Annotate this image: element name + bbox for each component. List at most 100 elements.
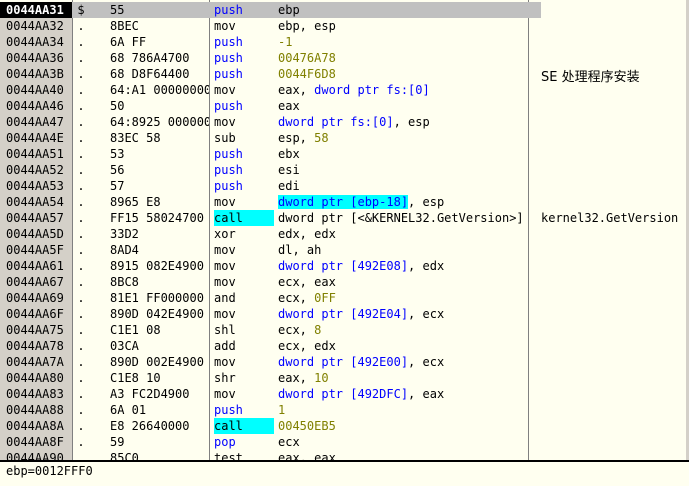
operand-cell: ebp, esp bbox=[278, 18, 528, 34]
marker-cell: . bbox=[77, 163, 85, 177]
mnemonic-cell: mov bbox=[214, 194, 276, 210]
mnemonic: add bbox=[214, 339, 236, 353]
marker-cell: . bbox=[77, 51, 85, 65]
operand-cell: esp, 58 bbox=[278, 130, 528, 146]
mnemonic-cell: mov bbox=[214, 18, 276, 34]
mnemonic-cell: push bbox=[214, 402, 276, 418]
instruction-row[interactable]: 0044AA51. 53 push ebx bbox=[0, 146, 686, 162]
mnemonic-cell: mov bbox=[214, 306, 276, 322]
marker-cell: . bbox=[77, 371, 85, 385]
instruction-row[interactable]: 0044AA88. 6A 01 push 1 bbox=[0, 402, 686, 418]
operand-part: edx, edx bbox=[278, 227, 336, 241]
address-cell: 0044AA88 bbox=[0, 402, 72, 418]
marker-cell: . bbox=[77, 435, 85, 449]
instruction-row[interactable]: 0044AA83. A3 FC2D4900 mov dword ptr [492DFC… bbox=[0, 386, 686, 402]
operand-cell: dl, ah bbox=[278, 242, 528, 258]
mnemonic-cell: push bbox=[214, 66, 276, 82]
instruction-row[interactable]: 0044AA47. 64:8925 00000000 mov dword ptr fs… bbox=[0, 114, 686, 130]
instruction-row[interactable]: 0044AA75. C1E1 08 shl ecx, 8 bbox=[0, 322, 686, 338]
mnemonic: push bbox=[214, 147, 243, 161]
operand-part: , ecx bbox=[408, 307, 445, 321]
operand-part: eax bbox=[278, 99, 300, 113]
operand-part: dword ptr fs:[0] bbox=[314, 83, 430, 97]
address-cell: 0044AA6F bbox=[0, 306, 72, 322]
mnemonic: push bbox=[214, 403, 243, 417]
mnemonic: call bbox=[214, 210, 274, 226]
instruction-row[interactable]: 0044AA69. 81E1 FF000000 and ecx, 0FF bbox=[0, 290, 686, 306]
operand-cell: eax, dword ptr fs:[0] bbox=[278, 82, 528, 98]
marker-cell: $ bbox=[72, 2, 90, 18]
instruction-row[interactable]: 0044AA36. 68 786A4700 push 00476A78 bbox=[0, 50, 686, 66]
operand-part: 58 bbox=[314, 131, 329, 145]
address-cell: 0044AA57 bbox=[0, 210, 72, 226]
comment-cell bbox=[541, 130, 686, 146]
instruction-row[interactable]: 0044AA5D. 33D2 xor edx, edx bbox=[0, 226, 686, 242]
marker-cell: . bbox=[77, 179, 85, 193]
comment-note: SE 处理程序安装 bbox=[541, 70, 640, 85]
comment-cell bbox=[541, 354, 686, 370]
hex-dump-cell: A3 FC2D4900 bbox=[110, 387, 190, 401]
mnemonic-cell: mov bbox=[214, 114, 276, 130]
instruction-row[interactable]: 0044AA61. 8915 082E4900 mov dword ptr [492E… bbox=[0, 258, 686, 274]
operand-cell: 00476A78 bbox=[278, 50, 528, 66]
instruction-row[interactable]: 0044AA31 $55 push ebp bbox=[0, 2, 686, 18]
operand-cell: 1 bbox=[278, 402, 528, 418]
marker-cell: . bbox=[77, 323, 85, 337]
comment-cell bbox=[541, 114, 686, 130]
hex-dump-cell: 6A 01 bbox=[110, 403, 147, 417]
mnemonic: push bbox=[214, 99, 243, 113]
address-cell: 0044AA5F bbox=[0, 242, 72, 258]
address-cell: 0044AA7A bbox=[0, 354, 72, 370]
operand-part: ecx, bbox=[278, 291, 315, 305]
marker-cell: . bbox=[77, 419, 85, 433]
instruction-row[interactable]: 0044AA54. 8965 E8 mov dword ptr [ebp-18], e… bbox=[0, 194, 686, 210]
instruction-row[interactable]: 0044AA4E. 83EC 58 sub esp, 58 bbox=[0, 130, 686, 146]
mnemonic-cell: mov bbox=[214, 386, 276, 402]
instruction-row[interactable]: 0044AA7A. 890D 002E4900 mov dword ptr [492E… bbox=[0, 354, 686, 370]
instruction-row[interactable]: 0044AA67. 8BC8 mov ecx, eax bbox=[0, 274, 686, 290]
operand-part: ecx, bbox=[278, 323, 315, 337]
address-cell: 0044AA5D bbox=[0, 226, 72, 242]
operand-part: 0044F6D8 bbox=[278, 67, 336, 81]
mnemonic: shl bbox=[214, 323, 236, 337]
marker-cell: . bbox=[77, 35, 85, 49]
instruction-row[interactable]: 0044AA90. 85C0 test eax, eax bbox=[0, 450, 686, 460]
mnemonic: mov bbox=[214, 387, 236, 401]
instruction-row[interactable]: 0044AA32. 8BEC mov ebp, esp bbox=[0, 18, 686, 34]
instruction-row[interactable]: 0044AA52. 56 push esi bbox=[0, 162, 686, 178]
instruction-row[interactable]: 0044AA34. 6A FF push -1 bbox=[0, 34, 686, 50]
operand-cell: eax, 10 bbox=[278, 370, 528, 386]
mnemonic: push bbox=[214, 35, 243, 49]
operand-part: esp, bbox=[278, 131, 315, 145]
instruction-row[interactable]: 0044AA53. 57 push edi bbox=[0, 178, 686, 194]
instruction-row[interactable]: 0044AA8F. 59 pop ecx bbox=[0, 434, 686, 450]
hex-dump-cell: C1E1 08 bbox=[110, 323, 161, 337]
mnemonic: push bbox=[214, 51, 243, 65]
instruction-row[interactable]: 0044AA78. 03CA add ecx, edx bbox=[0, 338, 686, 354]
disassembly-window: 0044AA31 $55 push ebp 0044AA32. 8BEC mov ebp, e… bbox=[0, 0, 689, 486]
operand-part: ebp, esp bbox=[278, 19, 336, 33]
operand-cell: edx, edx bbox=[278, 226, 528, 242]
operand-part: dword ptr [492E08] bbox=[278, 259, 409, 273]
instruction-row[interactable]: 0044AA6F. 890D 042E4900 mov dword ptr [492E… bbox=[0, 306, 686, 322]
operand-part: ecx bbox=[278, 435, 300, 449]
instruction-row[interactable]: 0044AA8A. E8 26640000 call 00450EB5 bbox=[0, 418, 686, 434]
operand-part: , ecx bbox=[408, 355, 445, 369]
instruction-row[interactable]: 0044AA57. FF15 58024700 call dword ptr [<&K… bbox=[0, 210, 686, 226]
register-info: ebp=0012FFF0 bbox=[6, 464, 93, 478]
mnemonic-cell: pop bbox=[214, 434, 276, 450]
hex-dump-cell: 81E1 FF000000 bbox=[110, 291, 204, 305]
instruction-row[interactable]: 0044AA5F. 8AD4 mov dl, ah bbox=[0, 242, 686, 258]
address-cell: 0044AA31 bbox=[0, 2, 72, 18]
hex-dump-cell: 53 bbox=[110, 147, 125, 161]
instruction-row[interactable]: 0044AA46. 50 push eax bbox=[0, 98, 686, 114]
comment-cell bbox=[541, 418, 686, 434]
hex-dump-cell: 56 bbox=[110, 163, 125, 177]
operand-part: esi bbox=[278, 163, 300, 177]
mnemonic-cell: call bbox=[214, 210, 276, 226]
marker-cell: . bbox=[77, 259, 85, 273]
operand-part: ecx, eax bbox=[278, 275, 336, 289]
instruction-row[interactable]: 0044AA80. C1E8 10 shr eax, 10 bbox=[0, 370, 686, 386]
address-cell: 0044AA51 bbox=[0, 146, 72, 162]
mnemonic-cell: xor bbox=[214, 226, 276, 242]
